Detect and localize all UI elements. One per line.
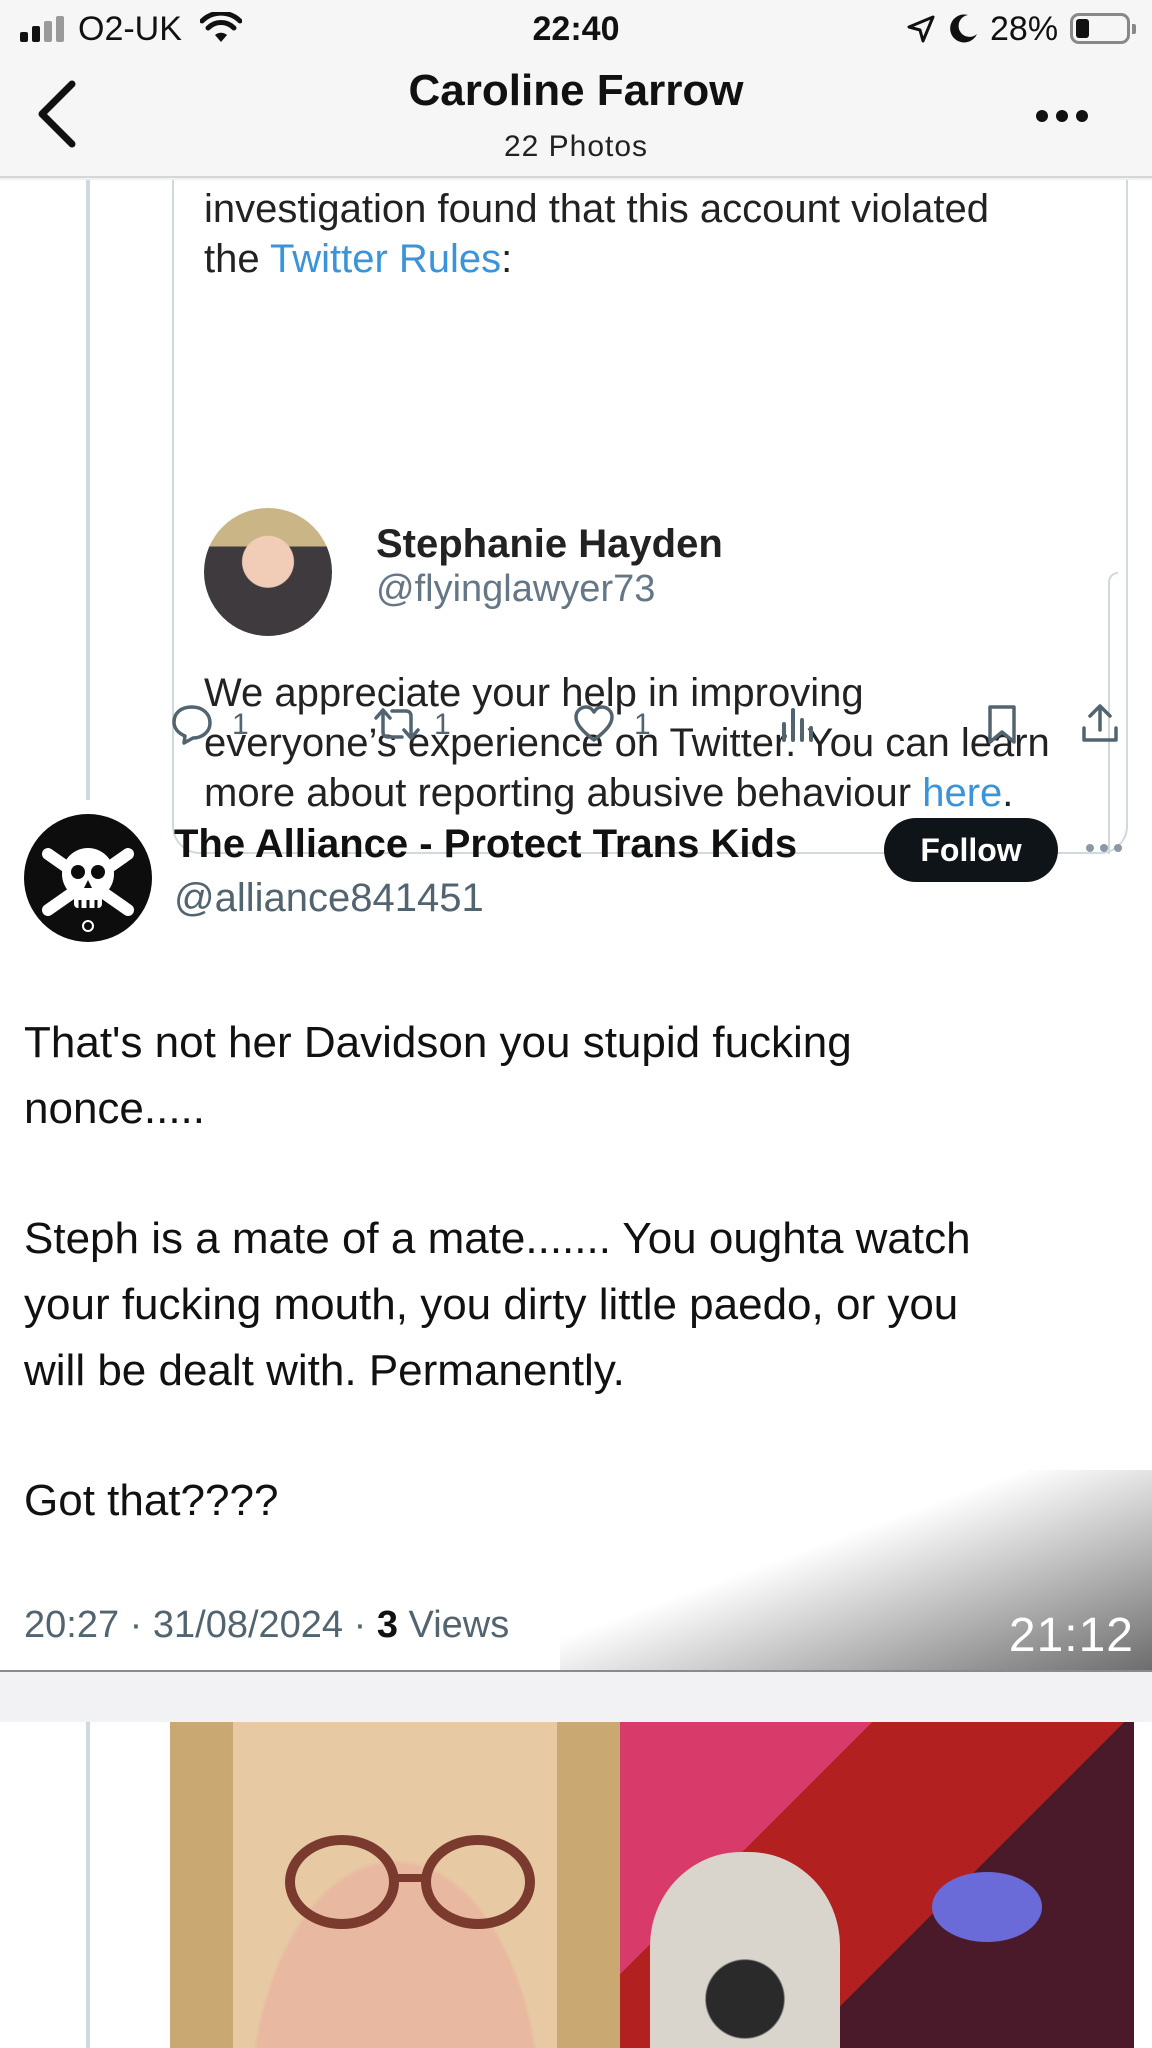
repost-button[interactable]: 1 [370, 692, 490, 758]
tweet-body-line: nonce..... [24, 1084, 206, 1133]
reply-icon [172, 705, 212, 745]
next-photo[interactable] [0, 1722, 1152, 2048]
photo-viewer-header: Caroline Farrow 22 Photos [0, 58, 1152, 178]
analytics-icon [782, 708, 813, 742]
share-icon [1082, 704, 1118, 742]
tweet-date: 31/08/2024 [152, 1604, 344, 1646]
bookmark-button[interactable] [980, 692, 1030, 758]
tweet-author-name[interactable]: The Alliance - Protect Trans Kids [174, 822, 797, 867]
photo-thumbnail-right [620, 1722, 1134, 2048]
reply-count: 1 [232, 708, 249, 741]
tweet-more-icon[interactable] [1086, 844, 1122, 856]
share-button[interactable] [1078, 692, 1128, 758]
like-count: 1 [634, 708, 651, 741]
tweet-body-line: will be dealt with. Permanently. [24, 1346, 625, 1395]
thread-line [86, 1722, 90, 2048]
location-arrow-icon [907, 15, 935, 43]
lips-image [932, 1872, 1042, 1942]
tweet-meta: 20:27 · 31/08/2024 · 3 Views [24, 1604, 510, 1646]
reported-user-handle: @flyinglawyer73 [376, 568, 656, 610]
photo-count: 22 Photos [503, 130, 649, 163]
battery-percent: 28% [990, 10, 1059, 48]
bookmark-icon [988, 705, 1016, 744]
tweet-body-line: Steph is a mate of a mate....... You oug… [24, 1214, 971, 1263]
follow-button[interactable]: Follow [884, 818, 1058, 882]
glasses-icon [285, 1835, 535, 1929]
tweet-author-handle[interactable]: @alliance841451 [174, 876, 484, 921]
tweet-action-bar: 1 1 1 [170, 692, 1130, 758]
tweet-body-line: your fucking mouth, you dirty little pae… [24, 1280, 959, 1329]
reply-button[interactable]: 1 [170, 692, 290, 758]
quote-text-line: more about reporting abusive behaviour h… [204, 771, 1014, 815]
twitter-rules-link[interactable]: Twitter Rules [270, 237, 501, 281]
photo-screenshot[interactable]: investigation found that this account vi… [0, 180, 1152, 1672]
heart-icon [574, 705, 614, 742]
reported-user-name: Stephanie Hayden [376, 522, 723, 566]
views-label: Views [408, 1604, 510, 1646]
status-bar: O2-UK 22:40 28% [0, 0, 1152, 58]
views-button[interactable] [776, 692, 836, 758]
quote-text-line: investigation found that this account vi… [204, 187, 989, 231]
pug-image [650, 1852, 840, 2048]
screenshot-timestamp: 21:12 [1008, 1609, 1134, 1662]
views-count: 3 [376, 1604, 398, 1646]
repost-count: 1 [434, 708, 451, 741]
page-title: Caroline Farrow [408, 66, 744, 115]
quote-text-line: the Twitter Rules: [204, 237, 513, 281]
repost-icon [374, 708, 420, 740]
tweet-body-line: Got that???? [24, 1476, 279, 1525]
here-link[interactable]: here [922, 771, 1002, 815]
avatar [204, 508, 332, 636]
moon-icon [950, 14, 977, 43]
ellipsis-icon[interactable] [1034, 104, 1090, 128]
like-button[interactable]: 1 [572, 692, 692, 758]
tweet-time: 20:27 [24, 1604, 120, 1646]
skull-crossbones-icon [42, 848, 134, 932]
thread-line [86, 180, 90, 800]
battery-icon [1070, 13, 1136, 44]
tweet-body-line: That's not her Davidson you stupid fucki… [24, 1018, 852, 1067]
avatar[interactable] [24, 814, 152, 942]
photo-thumbnail-left [170, 1722, 620, 2048]
